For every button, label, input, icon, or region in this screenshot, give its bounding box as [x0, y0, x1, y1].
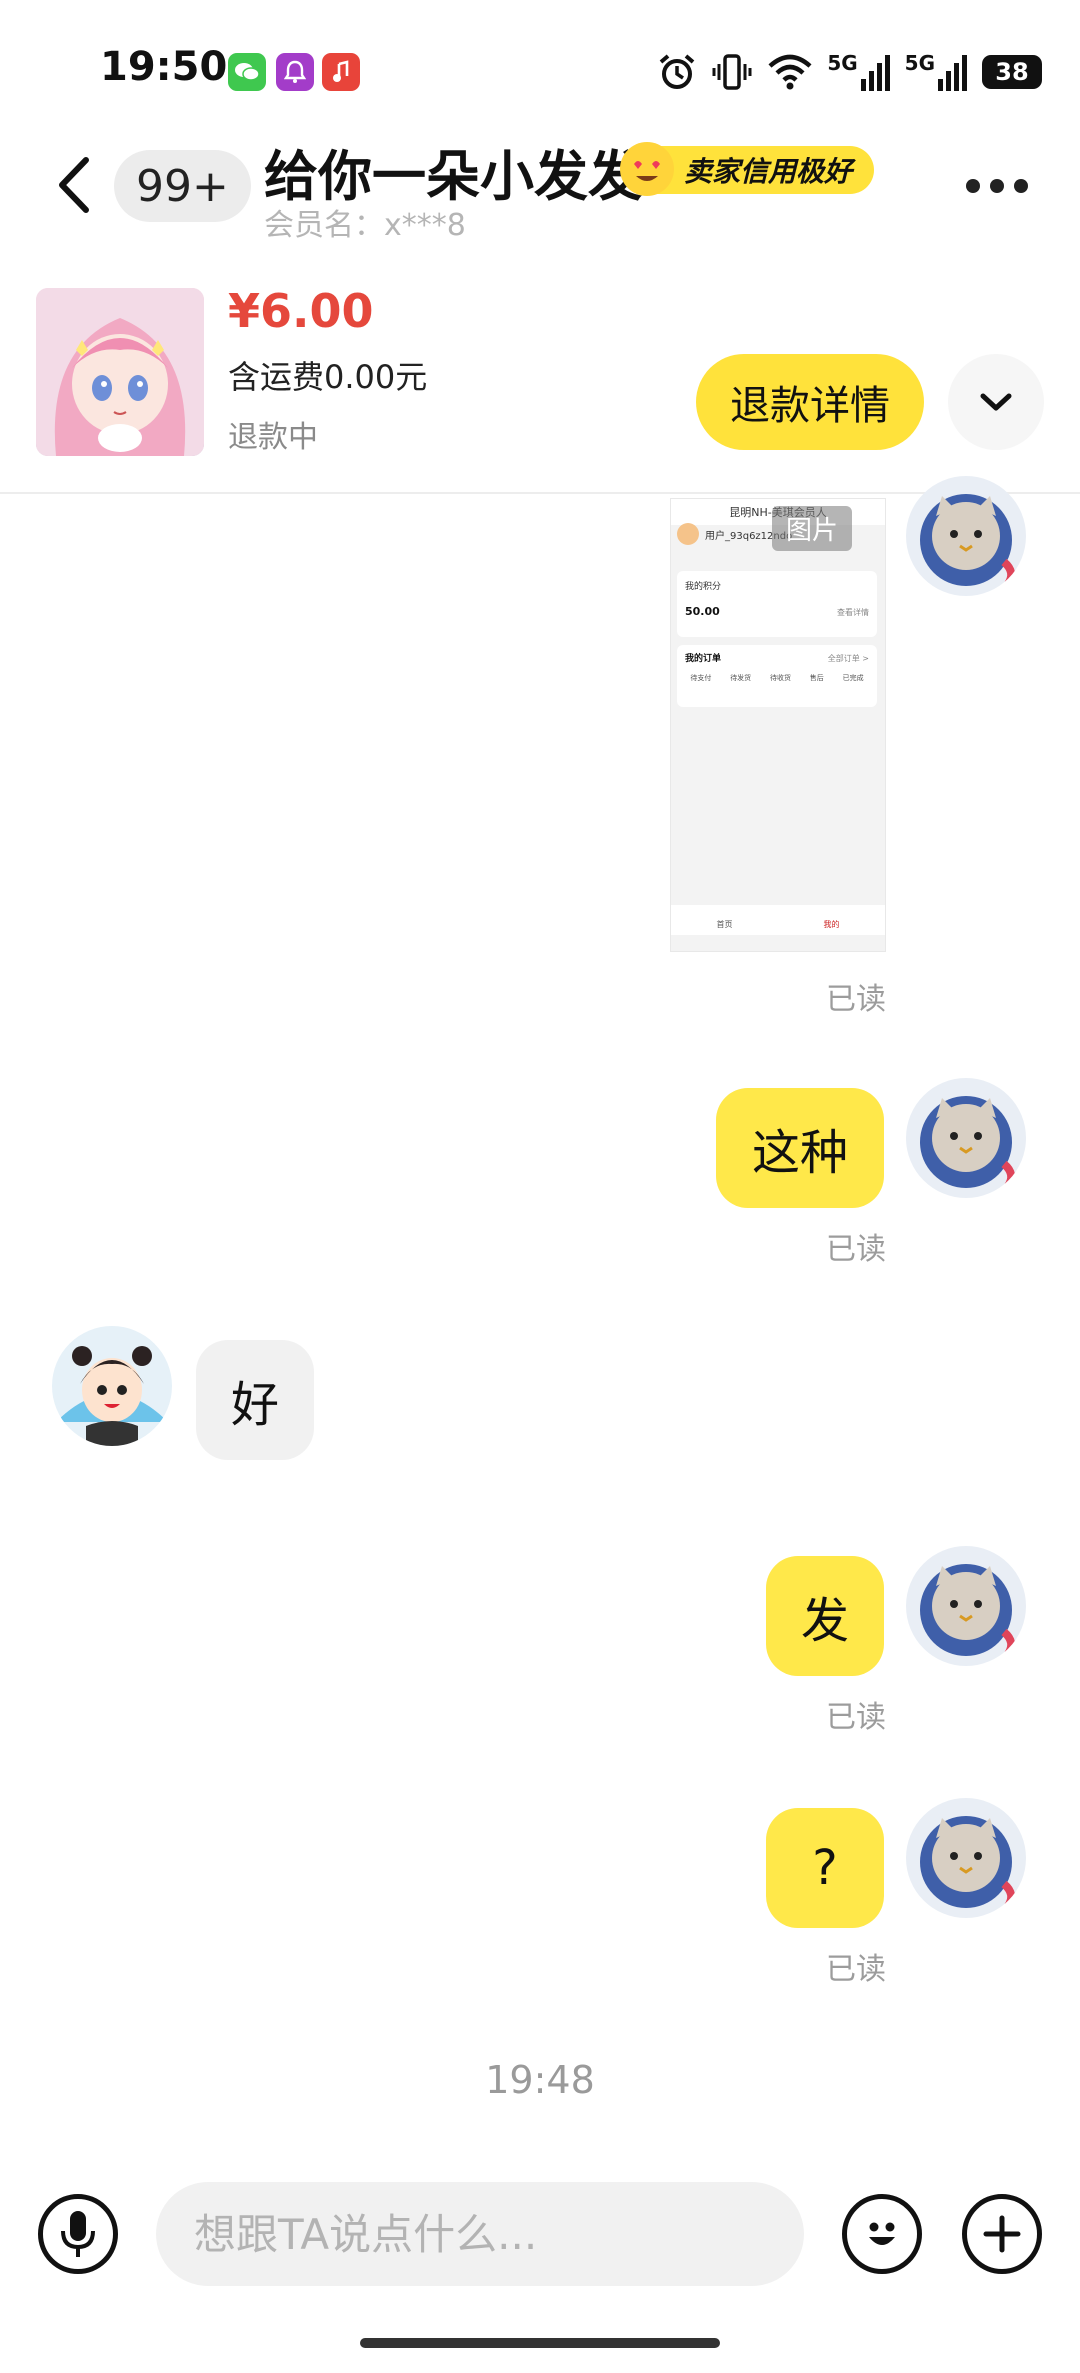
my-avatar[interactable]: [906, 1078, 1026, 1198]
back-button[interactable]: [46, 150, 102, 220]
my-avatar[interactable]: [906, 1546, 1026, 1666]
read-receipt: 已读: [826, 1232, 886, 1267]
signal-icon: [860, 55, 890, 91]
my-avatar[interactable]: [906, 1798, 1026, 1918]
dot-icon: [1014, 179, 1028, 193]
preview-orders-card: 我的订单 全部订单 > 待支付 待发货 待收货 售后 已完成: [677, 645, 877, 707]
image-badge: 图片: [772, 506, 853, 551]
read-receipt: 已读: [826, 982, 886, 1017]
unread-count-badge[interactable]: 99+: [114, 150, 251, 222]
chevron-down-icon: [980, 393, 1012, 411]
signal-icon: [938, 55, 967, 91]
product-thumbnail[interactable]: [36, 288, 204, 456]
expand-button[interactable]: [948, 354, 1044, 450]
refund-status: 退款中: [228, 420, 318, 455]
dot-icon: [966, 179, 980, 193]
chevron-left-icon: [59, 157, 89, 213]
smiley-icon: [869, 2222, 895, 2245]
add-button[interactable]: [962, 2194, 1042, 2274]
message-bubble[interactable]: 这种: [716, 1088, 884, 1208]
time-divider: 19:48: [485, 2058, 595, 2102]
refund-details-button[interactable]: 退款详情: [696, 354, 924, 450]
preview-points-link: 查看详情: [837, 608, 869, 617]
vibrate-icon: [712, 54, 752, 90]
header-divider: [0, 492, 1080, 494]
message-bubble[interactable]: 好: [196, 1340, 314, 1460]
music-app-icon: [322, 53, 360, 91]
preview-orders-label: 我的订单: [685, 654, 722, 664]
preview-order-tabs: 待支付 待发货 待收货 售后 已完成: [690, 674, 864, 682]
battery-icon: 38: [982, 55, 1042, 89]
product-price: ¥6.00: [228, 284, 374, 338]
preview-points-value: 50.00: [685, 605, 720, 618]
dot-icon: [990, 179, 1004, 193]
preview-points-card: 我的积分 50.00 查看详情: [677, 571, 877, 637]
more-options-button[interactable]: [966, 168, 1036, 204]
alarm-icon: [660, 54, 695, 89]
preview-orders-link: 全部订单 >: [827, 654, 869, 663]
heart-eyes-emoji-icon: [620, 142, 674, 196]
home-indicator[interactable]: [360, 2338, 720, 2348]
emoji-button[interactable]: [842, 2194, 922, 2274]
notification-app-icon: [276, 53, 314, 91]
message-input[interactable]: [156, 2182, 804, 2286]
wifi-icon: [768, 54, 812, 90]
contact-avatar[interactable]: [52, 1326, 172, 1446]
image-message[interactable]: 昆明NH-美琪会员人 用户_93q6z12ndo 我的积分 50.00 查看详情…: [670, 498, 886, 952]
plus-icon: [983, 2215, 1021, 2253]
read-receipt: 已读: [826, 1952, 886, 1987]
microphone-icon: [61, 2211, 95, 2257]
message-bubble[interactable]: ?: [766, 1808, 884, 1928]
my-avatar[interactable]: [906, 476, 1026, 596]
preview-nav: 首页 我的: [671, 905, 885, 935]
voice-button[interactable]: [38, 2194, 118, 2274]
wechat-icon: [228, 53, 266, 91]
message-bubble[interactable]: 发: [766, 1556, 884, 1676]
status-icons: 5G 5G 38: [657, 48, 1042, 96]
preview-avatar: [677, 523, 699, 545]
preview-points-label: 我的积分: [685, 582, 722, 592]
status-time: 19:50: [100, 44, 228, 90]
signal-5g-1: 5G: [827, 53, 890, 91]
signal-5g-2: 5G: [905, 53, 968, 91]
read-receipt: 已读: [826, 1700, 886, 1735]
shipping-fee: 含运费0.00元: [228, 358, 428, 396]
member-name: 会员名：x***8: [264, 208, 466, 243]
